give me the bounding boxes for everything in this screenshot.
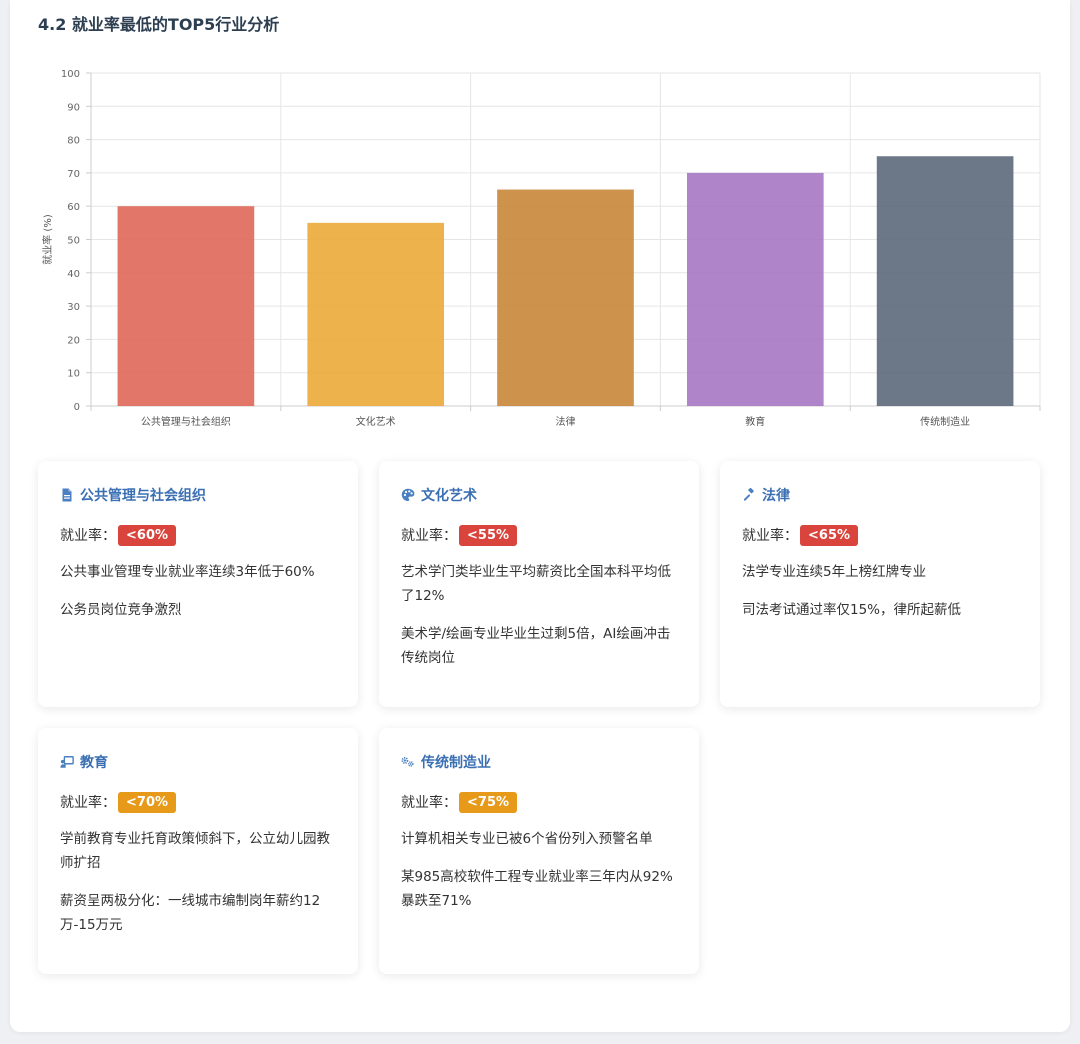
y-axis-label: 就业率 (%) bbox=[41, 214, 54, 265]
document-icon bbox=[60, 488, 74, 502]
x-tick-label: 公共管理与社会组织 bbox=[141, 415, 231, 428]
card-title: 公共管理与社会组织 bbox=[80, 488, 206, 504]
rate-row: 就业率： <70% bbox=[60, 789, 336, 815]
card-item: 薪资呈两极分化：一线城市编制岗年薪约12万-15万元 bbox=[60, 893, 321, 933]
rate-row: 就业率： <55% bbox=[401, 522, 677, 548]
card-header: 公共管理与社会组织 bbox=[60, 483, 336, 507]
card-item: 计算机相关专业已被6个省份列入预警名单 bbox=[401, 831, 653, 847]
industry-card: 公共管理与社会组织 就业率： <60% 公共事业管理专业就业率连续3年低于60%… bbox=[38, 461, 358, 707]
y-tick-label: 30 bbox=[67, 302, 80, 313]
card-header: 传统制造业 bbox=[401, 750, 677, 774]
rate-badge: <65% bbox=[800, 524, 859, 546]
x-tick-label: 传统制造业 bbox=[920, 415, 970, 428]
card-list: 公共事业管理专业就业率连续3年低于60% 公务员岗位竞争激烈 bbox=[60, 560, 336, 622]
industry-card: 文化艺术 就业率： <55% 艺术学门类毕业生平均薪资比全国本科平均低了12% … bbox=[379, 461, 699, 707]
bar bbox=[876, 156, 1014, 406]
industry-card: 法律 就业率： <65% 法学专业连续5年上榜红牌专业 司法考试通过率仅15%，… bbox=[720, 461, 1040, 707]
gears-icon bbox=[401, 755, 415, 769]
teacher-icon bbox=[60, 755, 74, 769]
rate-label: 就业率： bbox=[60, 528, 116, 544]
card-header: 教育 bbox=[60, 750, 336, 774]
card-title: 文化艺术 bbox=[421, 488, 477, 504]
bar-chart: 0 10 20 30 40 50 60 70 80 90 100 公共管理与社会组织 文化艺术 法律 教育 传… bbox=[41, 69, 1041, 428]
card-list: 计算机相关专业已被6个省份列入预警名单 某985高校软件工程专业就业率三年内从9… bbox=[401, 827, 677, 913]
card-title: 法律 bbox=[762, 488, 790, 504]
card-item: 美术学/绘画专业毕业生过剩5倍，AI绘画冲击传统岗位 bbox=[401, 626, 671, 666]
rate-badge: <70% bbox=[118, 791, 177, 813]
y-tick-label: 90 bbox=[67, 102, 80, 113]
card-item: 公共事业管理专业就业率连续3年低于60% bbox=[60, 564, 315, 580]
card-header: 法律 bbox=[742, 483, 1018, 507]
bar bbox=[307, 222, 445, 406]
industry-cards: 公共管理与社会组织 就业率： <60% 公共事业管理专业就业率连续3年低于60%… bbox=[38, 461, 1040, 974]
card-title: 传统制造业 bbox=[421, 755, 491, 771]
card-header: 文化艺术 bbox=[401, 483, 677, 507]
rate-label: 就业率： bbox=[742, 528, 798, 544]
rate-label: 就业率： bbox=[60, 795, 116, 811]
card-item: 艺术学门类毕业生平均薪资比全国本科平均低了12% bbox=[401, 564, 671, 604]
y-tick-label: 20 bbox=[67, 335, 80, 346]
y-tick-label: 70 bbox=[67, 169, 80, 180]
rate-row: 就业率： <65% bbox=[742, 522, 1018, 548]
y-tick-label: 50 bbox=[67, 236, 80, 247]
card-title: 教育 bbox=[80, 755, 108, 771]
card-item: 某985高校软件工程专业就业率三年内从92%暴跌至71% bbox=[401, 869, 673, 909]
card-item: 法学专业连续5年上榜红牌专业 bbox=[742, 564, 927, 580]
x-tick-label: 教育 bbox=[745, 415, 765, 428]
rate-row: 就业率： <60% bbox=[60, 522, 336, 548]
rate-badge: <75% bbox=[459, 791, 518, 813]
rate-label: 就业率： bbox=[401, 528, 457, 544]
industry-card: 教育 就业率： <70% 学前教育专业托育政策倾斜下，公立幼儿园教师扩招 薪资呈… bbox=[38, 728, 358, 974]
rate-badge: <55% bbox=[459, 524, 518, 546]
y-tick-label: 10 bbox=[67, 369, 80, 380]
bar bbox=[117, 206, 255, 406]
card-item: 司法考试通过率仅15%，律所起薪低 bbox=[742, 602, 962, 618]
card-list: 艺术学门类毕业生平均薪资比全国本科平均低了12% 美术学/绘画专业毕业生过剩5倍… bbox=[401, 560, 677, 670]
bar bbox=[497, 189, 634, 406]
rate-row: 就业率： <75% bbox=[401, 789, 677, 815]
y-tick-label: 100 bbox=[61, 69, 80, 80]
rate-badge: <60% bbox=[118, 524, 177, 546]
rate-label: 就业率： bbox=[401, 795, 457, 811]
y-tick-label: 40 bbox=[67, 269, 80, 280]
x-tick-label: 文化艺术 bbox=[356, 415, 396, 428]
palette-icon bbox=[401, 488, 415, 502]
y-tick-label: 80 bbox=[67, 136, 80, 147]
card-item: 公务员岗位竞争激烈 bbox=[60, 602, 182, 618]
y-tick-label: 0 bbox=[74, 402, 80, 413]
card-item: 学前教育专业托育政策倾斜下，公立幼儿园教师扩招 bbox=[60, 831, 330, 871]
bar bbox=[686, 172, 824, 406]
y-tick-label: 60 bbox=[67, 202, 80, 213]
x-tick-label: 法律 bbox=[556, 415, 576, 428]
card-list: 法学专业连续5年上榜红牌专业 司法考试通过率仅15%，律所起薪低 bbox=[742, 560, 1018, 622]
card-list: 学前教育专业托育政策倾斜下，公立幼儿园教师扩招 薪资呈两极分化：一线城市编制岗年… bbox=[60, 827, 336, 937]
gavel-icon bbox=[742, 488, 756, 502]
industry-card: 传统制造业 就业率： <75% 计算机相关专业已被6个省份列入预警名单 某985… bbox=[379, 728, 699, 974]
